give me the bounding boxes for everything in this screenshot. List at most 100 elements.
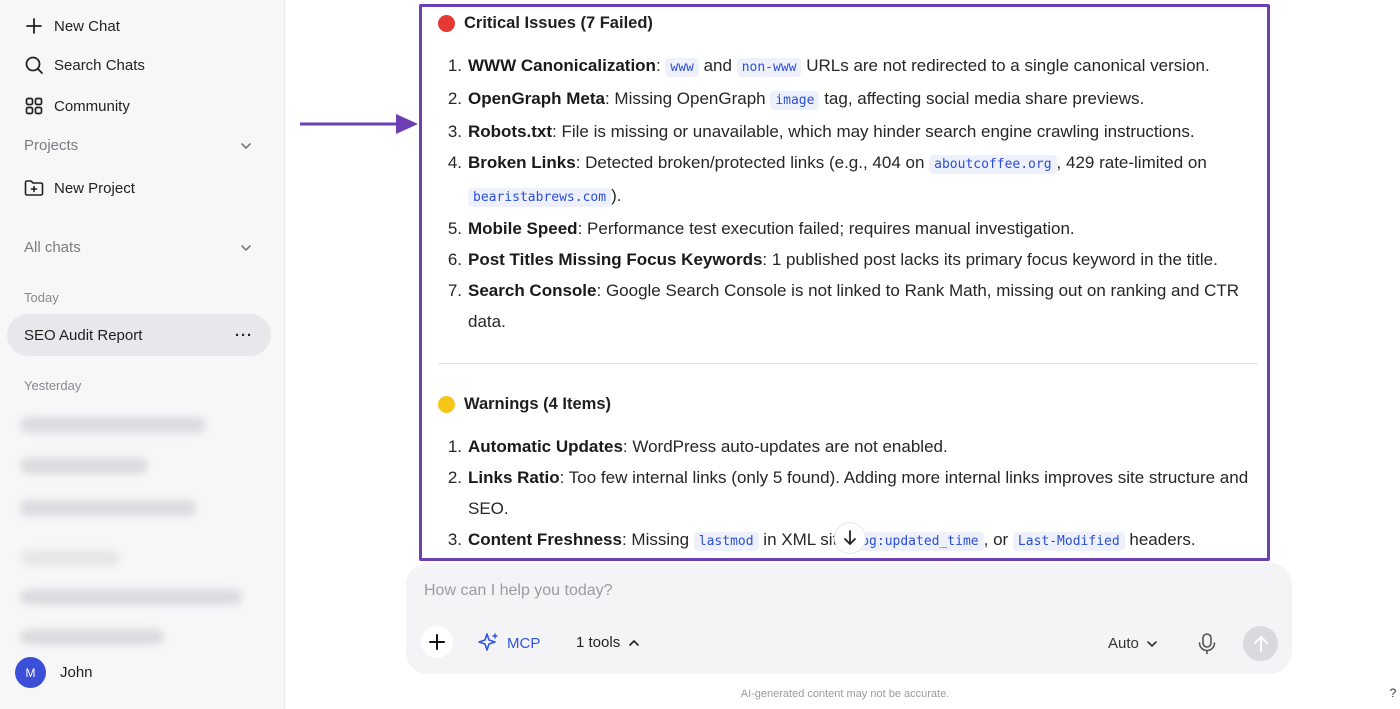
list-item: 3. Robots.txt: File is missing or unavail…: [438, 116, 1258, 147]
critical-issues-list: 1. WWW Canonicalization: www and non-www …: [438, 50, 1258, 337]
list-item-title: Search Console: [468, 281, 597, 300]
today-label: Today: [24, 290, 59, 305]
list-item-text: : Missing: [621, 530, 694, 549]
warnings-heading: Warnings (4 Items): [438, 395, 1258, 414]
list-item: 6. Post Titles Missing Focus Keywords: 1 …: [438, 244, 1258, 275]
list-item-text: : Too few internal links (only 5 found).…: [468, 468, 1249, 518]
annotation-arrow-icon: [300, 114, 418, 134]
sparkle-icon: [478, 633, 498, 651]
list-item-body: Broken Links: Detected broken/protected …: [468, 147, 1258, 213]
new-project-button[interactable]: New Project: [24, 178, 135, 198]
community-button[interactable]: Community: [24, 96, 130, 116]
user-profile[interactable]: M John: [15, 657, 93, 688]
chat-item-blurred[interactable]: [20, 629, 164, 645]
list-item-text: headers.: [1124, 530, 1196, 549]
plus-icon: [24, 16, 44, 36]
community-label: Community: [54, 97, 130, 115]
list-item-title: OpenGraph Meta: [468, 89, 605, 108]
arrow-down-icon: [844, 530, 856, 546]
all-chats-section-toggle[interactable]: All chats: [24, 239, 252, 256]
warnings-heading-text: Warnings (4 Items): [464, 395, 611, 413]
projects-section-toggle[interactable]: Projects: [24, 137, 252, 154]
group-label-blurred: [20, 550, 120, 566]
list-item-title: WWW Canonicalization: [468, 56, 656, 75]
list-item-text: ).: [611, 186, 622, 205]
list-item-text: tag, affecting social media share previe…: [819, 89, 1145, 108]
chat-item-blurred[interactable]: [20, 589, 242, 605]
list-number: 5.: [447, 219, 462, 238]
list-number: 3.: [447, 530, 462, 549]
avatar: M: [15, 657, 46, 688]
chat-options-button[interactable]: ···: [235, 327, 253, 344]
list-item: 1. WWW Canonicalization: www and non-www …: [438, 50, 1258, 83]
model-selector[interactable]: Auto: [1108, 635, 1158, 652]
tools-dropdown[interactable]: 1 tools: [576, 634, 640, 651]
list-number: 7.: [447, 281, 462, 300]
inline-code: image: [770, 91, 820, 110]
critical-issues-heading: Critical Issues (7 Failed): [438, 14, 1258, 33]
model-label: Auto: [1108, 635, 1139, 652]
report-content: Critical Issues (7 Failed) 1. WWW Canonic…: [438, 7, 1258, 557]
list-item-title: Automatic Updates: [468, 437, 623, 456]
chat-item-blurred[interactable]: [20, 417, 206, 433]
attach-button[interactable]: [421, 626, 453, 658]
message-input[interactable]: [424, 579, 1244, 603]
list-item: 1. Automatic Updates: WordPress auto-upda…: [438, 431, 1258, 462]
list-item-body: Post Titles Missing Focus Keywords: 1 pu…: [468, 244, 1258, 275]
list-number: 4.: [447, 153, 462, 172]
list-item-title: Robots.txt: [468, 122, 553, 141]
inline-code: non-www: [736, 58, 802, 77]
list-item-body: Automatic Updates: WordPress auto-update…: [468, 431, 1258, 462]
list-item-body: OpenGraph Meta: Missing OpenGraph image …: [468, 83, 1258, 116]
red-circle-icon: [438, 15, 455, 32]
chevron-down-icon: [241, 142, 251, 149]
search-icon: [24, 55, 44, 75]
help-button[interactable]: ?: [1384, 684, 1400, 702]
mcp-label: MCP: [507, 634, 541, 652]
list-item-text: : 1 published post lacks its primary foc…: [762, 250, 1218, 269]
list-item-text: : File is missing or unavailable, which …: [552, 122, 1195, 141]
list-number: 2.: [447, 468, 462, 487]
inline-code: aboutcoffee.org: [929, 155, 1057, 174]
list-item-text: : Performance test execution failed; req…: [577, 219, 1075, 238]
microphone-icon[interactable]: [1196, 632, 1218, 656]
list-item: 2. OpenGraph Meta: Missing OpenGraph imag…: [438, 83, 1258, 116]
grid-icon: [24, 96, 44, 116]
chat-item-blurred[interactable]: [20, 500, 196, 516]
yesterday-label: Yesterday: [24, 378, 82, 393]
arrow-up-icon: [1253, 635, 1268, 652]
new-chat-label: New Chat: [54, 17, 120, 35]
tools-label: 1 tools: [576, 634, 621, 651]
list-item-text: : WordPress auto-updates are not enabled…: [622, 437, 948, 456]
list-item-text: in XML sit: [758, 530, 838, 549]
list-number: 3.: [447, 122, 462, 141]
send-button[interactable]: [1243, 626, 1278, 661]
chat-item-blurred[interactable]: [20, 458, 148, 474]
section-divider: [438, 363, 1258, 364]
list-number: 1.: [447, 437, 462, 456]
list-item-title: Content Freshness: [468, 530, 622, 549]
list-number: 6.: [447, 250, 462, 269]
inline-code: bearistabrews.com: [468, 188, 612, 207]
list-item-title: Post Titles Missing Focus Keywords: [468, 250, 763, 269]
list-number: 1.: [447, 56, 462, 75]
plus-icon: [429, 634, 445, 650]
new-chat-button[interactable]: New Chat: [24, 16, 120, 36]
chevron-down-icon: [241, 244, 251, 251]
folder-plus-icon: [24, 178, 44, 198]
search-chats-label: Search Chats: [54, 56, 145, 74]
mcp-button[interactable]: MCP: [477, 632, 540, 654]
scroll-down-button[interactable]: [835, 523, 865, 553]
list-item-body: WWW Canonicalization: www and non-www UR…: [468, 50, 1258, 83]
chat-composer: MCP 1 tools Auto: [406, 563, 1292, 674]
list-item-text: , 429 rate-limited on: [1056, 153, 1207, 172]
list-item-title: Mobile Speed: [468, 219, 578, 238]
chat-item-title: SEO Audit Report: [24, 326, 143, 344]
list-item-text: : Missing OpenGraph: [604, 89, 771, 108]
list-item-text: :: [655, 56, 666, 75]
user-name: John: [60, 664, 93, 681]
search-chats-button[interactable]: Search Chats: [24, 55, 145, 75]
yellow-circle-icon: [438, 396, 455, 413]
list-item-title: Broken Links: [468, 153, 576, 172]
chat-item-active[interactable]: SEO Audit Report ···: [7, 314, 271, 356]
